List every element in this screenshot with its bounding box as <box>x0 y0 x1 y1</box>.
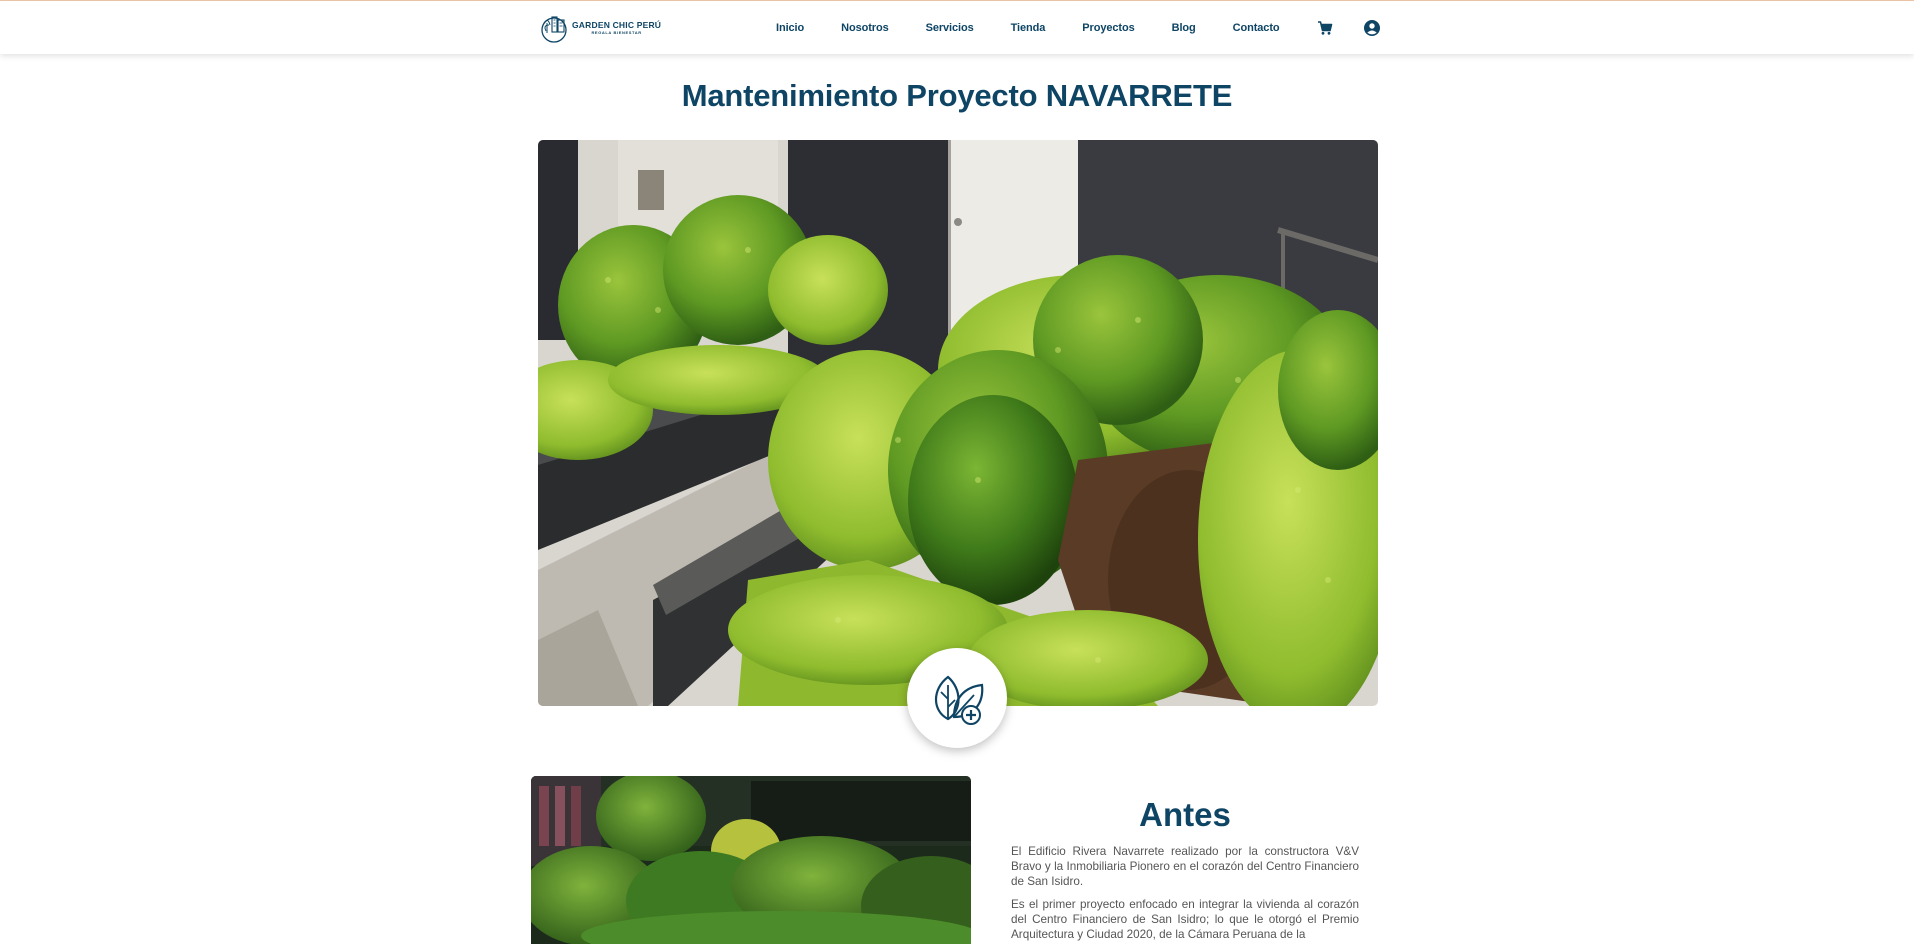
account-icon[interactable] <box>1364 20 1380 36</box>
logo-icon <box>541 16 567 43</box>
nav-item-blog[interactable]: Blog <box>1172 22 1196 34</box>
nav-item-servicios[interactable]: Servicios <box>926 22 974 34</box>
nav-item-contacto[interactable]: Contacto <box>1233 22 1280 34</box>
before-garden-photo <box>531 776 971 944</box>
nav-item-tienda[interactable]: Tienda <box>1011 22 1046 34</box>
brand-name: GARDEN CHIC PERÚ <box>572 19 662 30</box>
main-nav: Inicio Nosotros Servicios Tienda Proyect… <box>776 1 1317 54</box>
garden-photo <box>538 140 1378 706</box>
cart-icon[interactable] <box>1317 20 1333 36</box>
project-hero-image <box>538 140 1378 706</box>
before-image <box>531 776 971 944</box>
before-paragraph-1: El Edificio Rivera Navarrete realizado p… <box>1011 845 1359 888</box>
leaf-badge <box>907 648 1007 748</box>
before-paragraph-2: Es el primer proyecto enfocado en integr… <box>1011 898 1359 941</box>
before-heading: Antes <box>1139 796 1231 833</box>
nav-item-nosotros[interactable]: Nosotros <box>841 22 889 34</box>
site-header: GARDEN CHIC PERÚ REGALA BIENESTAR Inicio… <box>0 1 1914 54</box>
brand-logo[interactable]: GARDEN CHIC PERÚ REGALA BIENESTAR <box>540 11 661 45</box>
nav-item-proyectos[interactable]: Proyectos <box>1082 22 1134 34</box>
nav-item-inicio[interactable]: Inicio <box>776 22 804 34</box>
brand-tagline: REGALA BIENESTAR <box>591 30 642 36</box>
page-title: Mantenimiento Proyecto NAVARRETE <box>681 78 1233 113</box>
leaf-plus-icon <box>934 675 984 725</box>
